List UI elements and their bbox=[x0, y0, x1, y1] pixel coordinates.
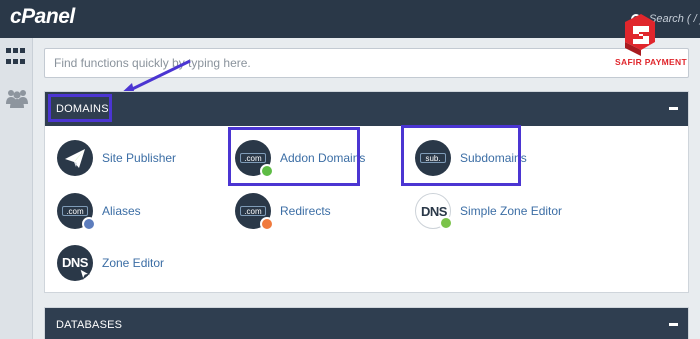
databases-section-title: DATABASES bbox=[56, 319, 123, 331]
redirect-badge-icon bbox=[260, 217, 274, 231]
feature-label: Simple Zone Editor bbox=[460, 204, 563, 218]
top-bar: cPanel Search ( / ) bbox=[0, 0, 700, 38]
highlight-addon-domains bbox=[228, 127, 360, 186]
pencil-badge-icon bbox=[439, 216, 453, 230]
cpanel-logo[interactable]: cPanel bbox=[10, 5, 75, 29]
domains-panel-header[interactable]: DOMAINS bbox=[45, 92, 688, 126]
highlight-subdomains bbox=[401, 125, 521, 186]
users-icon[interactable] bbox=[6, 88, 28, 108]
watermark-text: SAFIR PAYMENT bbox=[615, 57, 687, 67]
feature-aliases[interactable]: .com Aliases bbox=[57, 193, 141, 231]
highlight-domains-title bbox=[48, 94, 112, 122]
cursor-icon bbox=[79, 268, 91, 280]
collapse-icon[interactable] bbox=[669, 107, 678, 110]
databases-panel-header[interactable]: DATABASES bbox=[45, 308, 688, 339]
icon-text: .com bbox=[240, 206, 266, 216]
paper-plane-icon bbox=[57, 140, 93, 176]
alias-icon: .com bbox=[57, 193, 96, 231]
feature-label: Redirects bbox=[280, 204, 331, 218]
feature-site-publisher[interactable]: Site Publisher bbox=[57, 140, 176, 176]
alias-badge-icon bbox=[82, 217, 96, 231]
feature-redirects[interactable]: .com Redirects bbox=[235, 193, 331, 231]
feature-label: Aliases bbox=[102, 204, 141, 218]
safir-payment-logo: SAFIR PAYMENT bbox=[603, 12, 699, 70]
feature-label: Site Publisher bbox=[102, 151, 177, 165]
databases-panel: DATABASES bbox=[44, 307, 689, 339]
grid-icon[interactable] bbox=[6, 48, 27, 67]
feature-simple-zone-editor[interactable]: DNS Simple Zone Editor bbox=[415, 193, 563, 230]
collapse-icon[interactable] bbox=[669, 323, 678, 326]
domains-panel: DOMAINS Site Publisher .com Addon Domain… bbox=[44, 91, 689, 293]
dns-icon: DNS bbox=[415, 193, 453, 230]
redirect-icon: .com bbox=[235, 193, 274, 231]
feature-zone-editor[interactable]: DNS Zone Editor bbox=[57, 245, 164, 281]
sidebar bbox=[0, 38, 33, 339]
feature-label: Zone Editor bbox=[102, 256, 165, 270]
dns-icon: DNS bbox=[57, 245, 93, 281]
icon-text: .com bbox=[62, 206, 88, 216]
